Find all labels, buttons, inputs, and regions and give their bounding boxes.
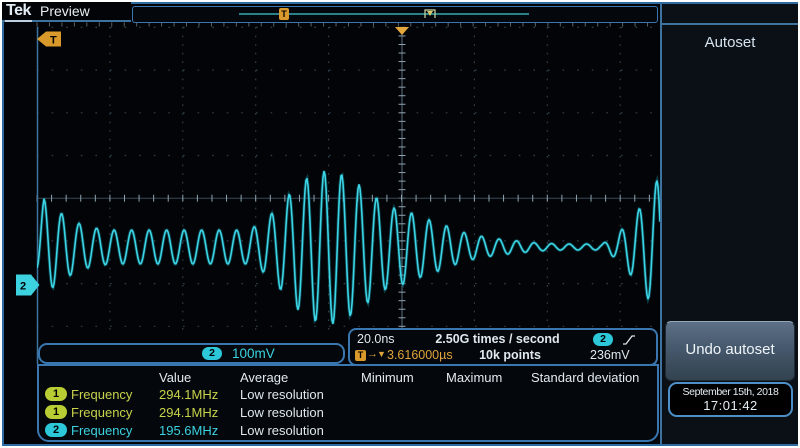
menu-title-autoset: Autoset bbox=[662, 34, 798, 51]
col-header-minimum: Minimum bbox=[361, 370, 414, 385]
tek-logo: Tek bbox=[5, 2, 32, 22]
trigger-source-badge: 2 bbox=[593, 333, 613, 346]
col-header-stddev: Standard deviation bbox=[531, 370, 639, 385]
time-per-div-label: 20.0ns bbox=[357, 332, 395, 346]
measurement-name: Frequency bbox=[71, 387, 132, 402]
measurement-table: Value Average Minimum Maximum Standard d… bbox=[37, 364, 659, 442]
rising-edge-icon bbox=[622, 333, 637, 347]
channel-1-badge: 1 bbox=[45, 387, 67, 401]
time-label: 17:01:42 bbox=[670, 398, 791, 413]
channel-2-badge: 2 bbox=[45, 423, 67, 437]
measurement-average: Low resolution bbox=[240, 387, 324, 402]
channel-2-position-label: 2 bbox=[20, 281, 26, 293]
measurement-name: Frequency bbox=[71, 405, 132, 420]
corner-trigger-marker-label: T bbox=[50, 35, 57, 47]
channel-readout-box[interactable]: 2 100mV bbox=[38, 343, 345, 364]
record-length-label: 10k points bbox=[460, 348, 560, 362]
horizontal-position-bar[interactable]: T bbox=[132, 6, 658, 23]
col-header-average: Average bbox=[240, 370, 288, 385]
oscilloscope-screen: T 2 Tek Preview T Autoset Undo autoset Se… bbox=[2, 2, 798, 446]
measurement-value: 294.1MHz bbox=[159, 405, 218, 420]
trigger-triangle-icon: ▼ bbox=[377, 349, 386, 359]
trigger-icon: T bbox=[355, 350, 366, 361]
measurement-average: Low resolution bbox=[240, 405, 324, 420]
col-header-value: Value bbox=[159, 370, 191, 385]
measurement-row: 1 Frequency 294.1MHz Low resolution bbox=[39, 387, 653, 403]
col-header-maximum: Maximum bbox=[446, 370, 502, 385]
undo-autoset-button[interactable]: Undo autoset bbox=[665, 321, 795, 381]
timebase-readout-box: 20.0ns 2.50G times / second 2 T → ▼ 3.61… bbox=[348, 328, 658, 366]
volts-per-div-label: 100mV bbox=[232, 346, 275, 361]
measurement-row: 1 Frequency 294.1MHz Low resolution bbox=[39, 405, 653, 421]
trigger-level-label: 236mV bbox=[590, 348, 630, 362]
side-menu-panel: Autoset Undo autoset September 15th, 201… bbox=[660, 4, 798, 444]
trigger-position-chip[interactable]: T bbox=[279, 8, 289, 20]
date-label: September 15th, 2018 bbox=[670, 386, 791, 398]
measurement-average: Low resolution bbox=[240, 423, 324, 438]
title-bar: Tek Preview bbox=[2, 2, 131, 22]
measurement-value: 195.6MHz bbox=[159, 423, 218, 438]
corner-trigger-marker-icon bbox=[37, 32, 61, 47]
expansion-point-icon bbox=[422, 7, 438, 21]
measurement-name: Frequency bbox=[71, 423, 132, 438]
trigger-position-triangle[interactable] bbox=[395, 27, 409, 35]
screenshot-viewport: T 2 Tek Preview T Autoset Undo autoset Se… bbox=[0, 0, 800, 448]
acquisition-mode-label: Preview bbox=[40, 3, 90, 19]
timebase-row-2: T → ▼ 3.616000µs 10k points 236mV bbox=[350, 348, 656, 364]
channel-1-badge: 1 bbox=[45, 405, 67, 419]
measurement-value: 294.1MHz bbox=[159, 387, 218, 402]
timebase-row-1: 20.0ns 2.50G times / second 2 bbox=[350, 332, 656, 348]
horizontal-delay-label: 3.616000µs bbox=[387, 348, 453, 362]
measurement-row: 2 Frequency 195.6MHz Low resolution bbox=[39, 423, 653, 439]
channel-2-badge: 2 bbox=[202, 347, 222, 360]
datetime-box: September 15th, 2018 17:01:42 bbox=[668, 382, 793, 417]
sample-rate-label: 2.50G times / second bbox=[405, 332, 590, 346]
menu-divider bbox=[662, 23, 798, 25]
